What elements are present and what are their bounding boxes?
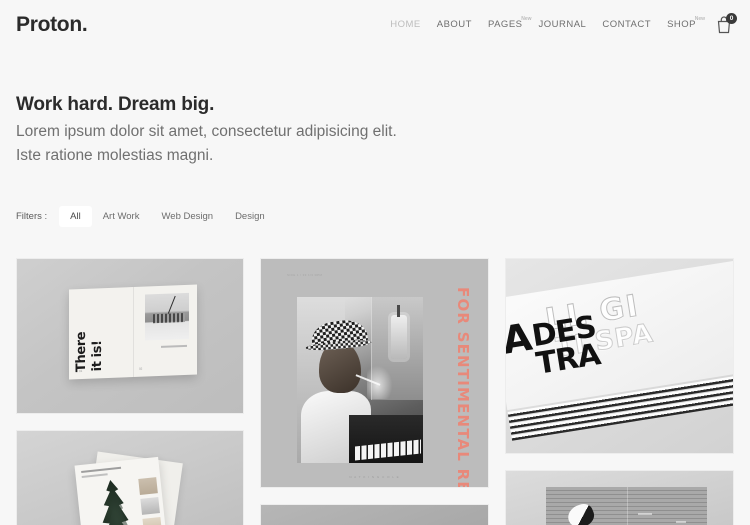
- piano-keys: [355, 439, 421, 461]
- slatted-panel: [546, 487, 707, 525]
- filter-all[interactable]: All: [59, 206, 92, 227]
- nav-label: ABOUT: [436, 19, 472, 30]
- panel-highlight: [638, 513, 652, 515]
- nav-item-shop[interactable]: SHOP New: [659, 16, 705, 31]
- nav-label: JOURNAL: [538, 19, 587, 30]
- book-page-number-left: 01: [79, 368, 83, 374]
- portfolio-item-book-spread[interactable]: There it is! 01 02: [16, 258, 244, 414]
- hero-subtitle-line-2: Iste ratione molestias magni.: [16, 147, 214, 164]
- hero-subtitle-line-1: Lorem ipsum dolor sit amet, consectetur …: [16, 123, 397, 140]
- book-headline-line-2: it is!: [90, 340, 105, 372]
- magazine-masthead-rule: [81, 466, 122, 473]
- site-header: Proton. HOME ABOUT PAGES New JOURNAL CON…: [0, 0, 750, 55]
- microphone: [391, 305, 407, 359]
- portfolio-item-letterpress-cards[interactable]: LL GI TI SPA A DES TRA: [505, 258, 734, 454]
- smoke: [367, 365, 393, 399]
- portfolio-item-magazine-stack[interactable]: [16, 430, 244, 525]
- book-headline-line-1: There: [74, 331, 89, 373]
- nav-item-home[interactable]: HOME: [382, 19, 429, 31]
- panel-divider: [626, 487, 628, 525]
- card-background: [261, 505, 488, 525]
- printed-word-3: TRA: [533, 337, 603, 382]
- color-swatch: [142, 516, 163, 525]
- page-root: Proton. HOME ABOUT PAGES New JOURNAL CON…: [0, 0, 750, 525]
- filter-art-work[interactable]: Art Work: [92, 206, 151, 227]
- color-swatch: [140, 497, 160, 515]
- cart-count-badge: 0: [726, 13, 737, 24]
- magazine-front-cover: [74, 456, 168, 525]
- book-caption-rule: [161, 344, 187, 348]
- book-page-number-right: 02: [139, 366, 143, 371]
- portfolio-item-grey-tile[interactable]: [260, 504, 489, 525]
- magazine-subhead-rule: [81, 473, 108, 478]
- nav-label: HOME: [390, 19, 421, 30]
- hero-section: Work hard. Dream big. Lorem ipsum dolor …: [16, 92, 397, 168]
- album-title: FOR SENTIMENTAL REASONS: [454, 287, 474, 487]
- main-navigation: HOME ABOUT PAGES New JOURNAL CONTACT SHO…: [382, 13, 737, 39]
- book-photo: [145, 292, 189, 341]
- album-top-mark: SIDE 1 / 33 1/3 RPM: [287, 273, 323, 277]
- nav-item-journal[interactable]: JOURNAL: [531, 19, 595, 31]
- portfolio-item-slat-panel[interactable]: [505, 470, 734, 525]
- album-photo: [297, 297, 423, 463]
- nav-item-about[interactable]: ABOUT: [429, 19, 480, 31]
- nav-item-contact[interactable]: CONTACT: [594, 19, 659, 31]
- filters-label: Filters :: [16, 211, 48, 222]
- filter-design[interactable]: Design: [224, 206, 276, 227]
- nav-label: SHOP: [667, 19, 696, 30]
- book-headline: There it is!: [74, 296, 147, 373]
- album-title-text: FOR SENTIMENTAL REASONS: [454, 287, 472, 488]
- filter-web-design[interactable]: Web Design: [150, 206, 224, 227]
- page-title: Work hard. Dream big.: [16, 94, 215, 115]
- panel-object: [564, 500, 598, 525]
- nav-item-pages[interactable]: PAGES New: [480, 16, 532, 31]
- portfolio-item-album-cover[interactable]: SIDE 1 / 33 1/3 RPM VERVE FOR SENTIMENTA…: [260, 258, 489, 488]
- color-swatch: [138, 477, 158, 495]
- filter-bar: Filters : All Art Work Web Design Design: [16, 206, 276, 227]
- piano: [349, 415, 423, 463]
- album-bottom-mark: N A T K I N G C O L E: [349, 475, 400, 479]
- panel-highlight: [676, 521, 686, 523]
- new-badge: New: [694, 16, 705, 22]
- nav-label: PAGES: [487, 19, 523, 30]
- nav-label: CONTACT: [602, 19, 652, 30]
- cart-button[interactable]: 0: [714, 13, 737, 35]
- book-mockup: There it is! 01 02: [69, 284, 197, 380]
- site-logo[interactable]: Proton.: [16, 13, 88, 37]
